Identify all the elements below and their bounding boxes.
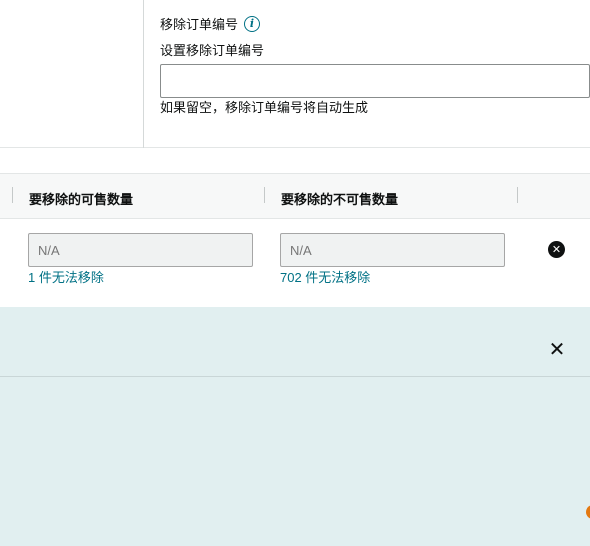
header-unsellable-qty: 要移除的不可售数量 — [281, 192, 399, 207]
order-number-title: 移除订单编号 i — [160, 14, 261, 33]
header-sellable-qty: 要移除的可售数量 — [29, 192, 134, 207]
table-header: 要移除的可售数量 要移除的不可售数量 — [0, 173, 590, 219]
order-number-hint: 如果留空，移除订单编号将自动生成 — [160, 100, 369, 115]
info-icon[interactable]: i — [244, 15, 261, 32]
header-separator — [264, 187, 265, 203]
unsellable-unremovable-link[interactable]: 702 件无法移除 — [280, 267, 370, 286]
close-icon[interactable]: ✕ — [548, 339, 566, 359]
panel-header: ✕ — [0, 307, 590, 377]
order-number-input[interactable] — [160, 64, 590, 98]
header-separator — [12, 187, 13, 203]
remove-row-icon[interactable]: ✕ — [548, 241, 565, 258]
sellable-qty-input[interactable] — [28, 233, 253, 267]
unsellable-qty-input[interactable] — [280, 233, 505, 267]
header-separator — [517, 187, 518, 203]
order-number-subtitle: 设置移除订单编号 — [160, 43, 265, 58]
edge-tab[interactable] — [586, 505, 590, 519]
table-row: 1 件无法移除 702 件无法移除 — [0, 219, 590, 307]
order-number-section: 移除订单编号 i 设置移除订单编号 如果留空，移除订单编号将自动生成 — [0, 0, 590, 148]
info-panel: ✕ — [0, 307, 590, 546]
vertical-divider — [143, 0, 144, 148]
order-number-label: 移除订单编号 — [160, 17, 239, 32]
sellable-unremovable-link[interactable]: 1 件无法移除 — [28, 267, 104, 286]
